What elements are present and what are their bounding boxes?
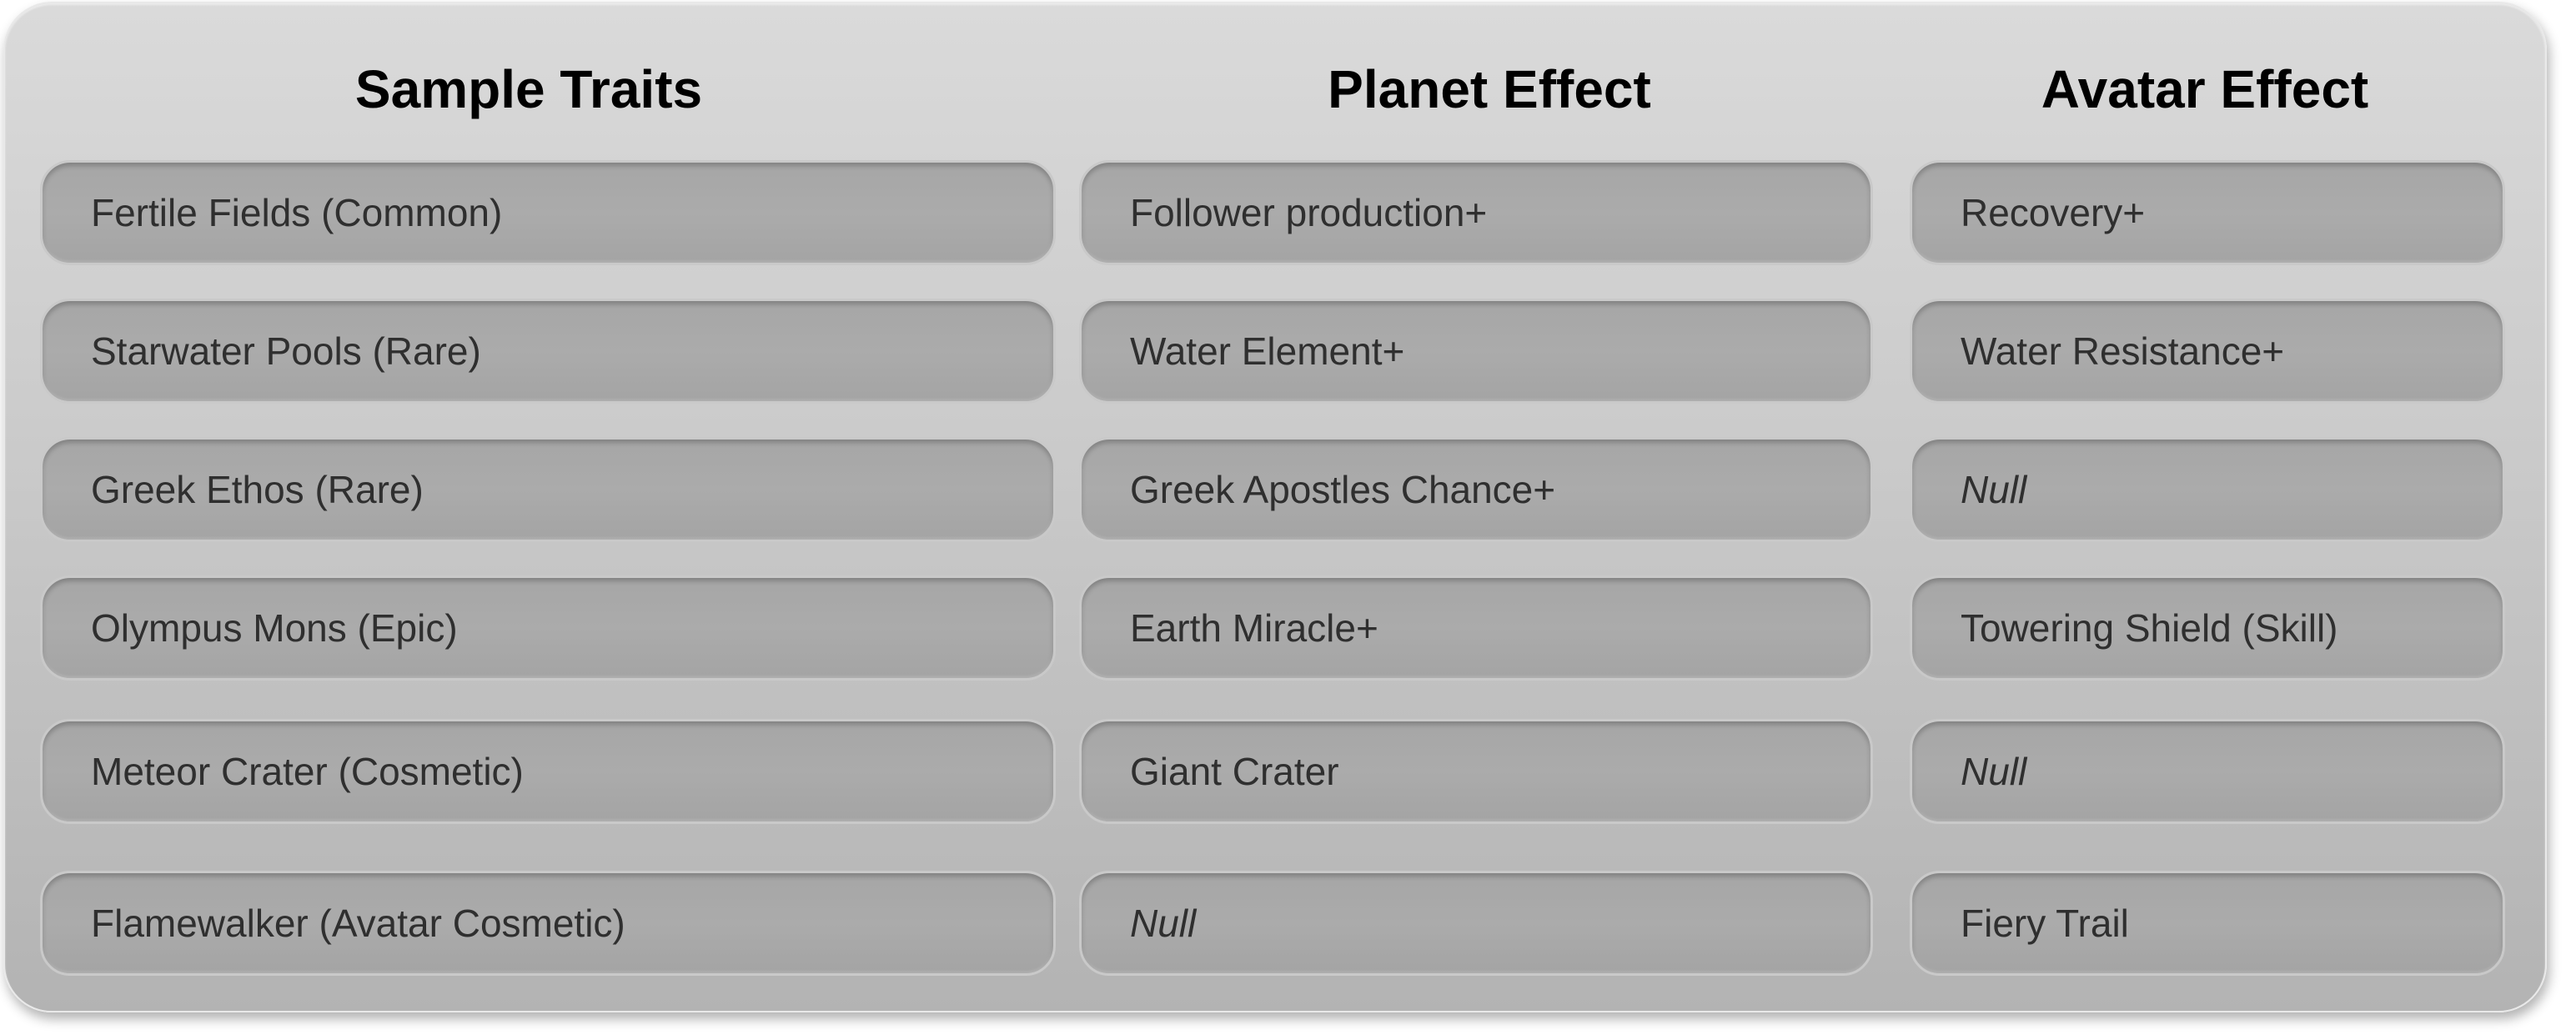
table-cell: Meteor Crater (Cosmetic): [40, 719, 1056, 824]
traits-table-panel: Sample Traits Planet Effect Avatar Effec…: [3, 2, 2547, 1012]
table-cell: Null: [1910, 437, 2505, 542]
table-cell: Water Resistance+: [1910, 299, 2505, 404]
table-cell: Fiery Trail: [1910, 871, 2505, 976]
table-cell: Earth Miracle+: [1079, 575, 1873, 681]
table-cell: Olympus Mons (Epic): [40, 575, 1056, 681]
table-cell: Flamewalker (Avatar Cosmetic): [40, 871, 1056, 976]
table-cell: Greek Ethos (Rare): [40, 437, 1056, 542]
header-avatar-effect: Avatar Effect: [2041, 59, 2369, 119]
table-cell: Null: [1079, 871, 1873, 976]
table-cell: Giant Crater: [1079, 719, 1873, 824]
table-cell: Greek Apostles Chance+: [1079, 437, 1873, 542]
table-cell: Fertile Fields (Common): [40, 160, 1056, 265]
header-planet-effect: Planet Effect: [1328, 59, 1651, 119]
table-cell: Follower production+: [1079, 160, 1873, 265]
table-cell: Starwater Pools (Rare): [40, 299, 1056, 404]
table-cell: Null: [1910, 719, 2505, 824]
table-cell: Recovery+: [1910, 160, 2505, 265]
table-cell: Water Element+: [1079, 299, 1873, 404]
table-cell: Towering Shield (Skill): [1910, 575, 2505, 681]
header-sample-traits: Sample Traits: [354, 59, 703, 119]
